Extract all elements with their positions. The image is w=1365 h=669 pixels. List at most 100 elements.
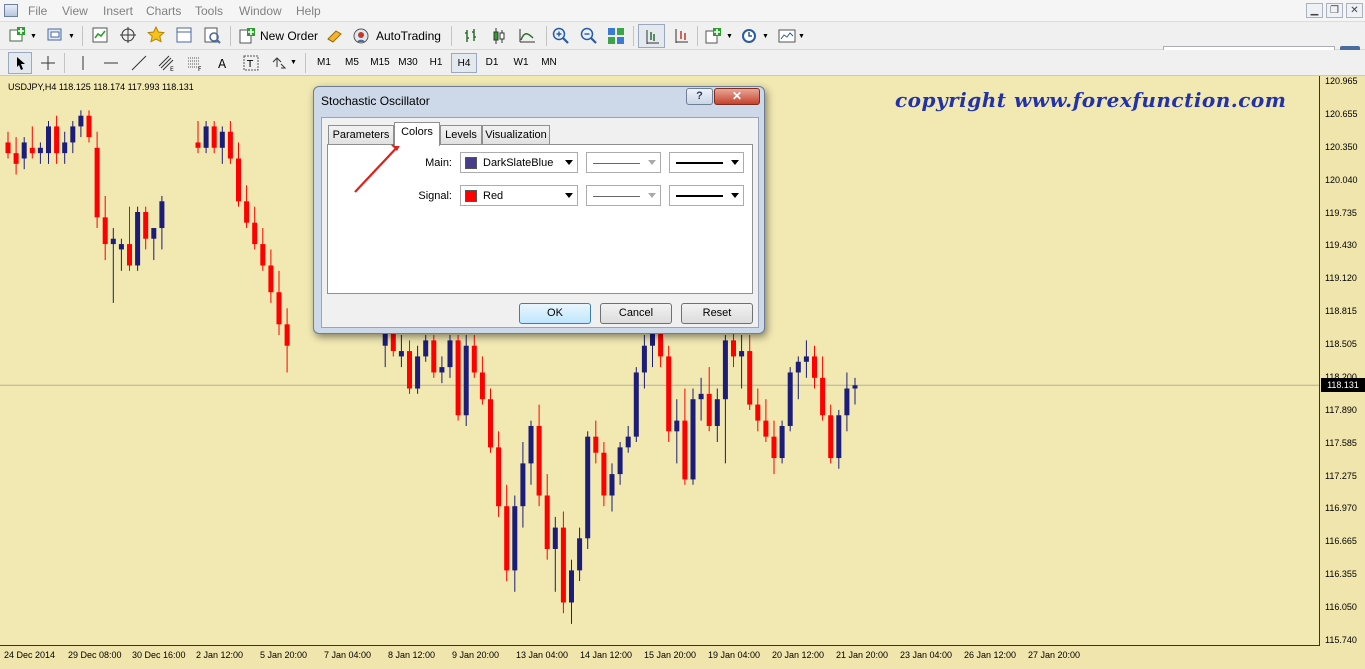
line-width-sample (676, 162, 723, 164)
chart-shift-button[interactable] (638, 24, 665, 48)
menu-window[interactable]: Window (239, 4, 282, 18)
tab-visualization[interactable]: Visualization (482, 125, 550, 145)
time-tick-label: 27 Jan 20:00 (1028, 650, 1081, 660)
chevron-down-icon[interactable]: ▼ (68, 33, 75, 40)
price-axis[interactable]: 120.965 120.655 120.350 120.040 119.735 119.4… (1320, 76, 1365, 646)
price-tick-label: 116.050 (1325, 601, 1357, 612)
candle-body (731, 340, 736, 357)
candle-body (398, 351, 404, 357)
trendline-icon[interactable] (130, 54, 148, 72)
close-dialog-button[interactable]: ✕ (714, 88, 760, 105)
periodicity-clock-icon[interactable] (740, 27, 758, 45)
chevron-down-icon[interactable]: ▼ (762, 33, 769, 40)
profiles-icon[interactable] (46, 26, 64, 44)
fibonacci-icon[interactable]: F (186, 54, 204, 72)
chevron-down-icon[interactable]: ▼ (290, 59, 297, 66)
signal-line-width-select[interactable] (669, 185, 744, 206)
timeframe-h1-button[interactable]: H1 (423, 53, 449, 73)
chevron-down-icon[interactable]: ▼ (30, 33, 37, 40)
autoscroll-icon[interactable] (672, 27, 690, 45)
zoom-in-icon[interactable] (552, 27, 570, 45)
help-button[interactable]: ? (686, 88, 713, 105)
cursor-button[interactable] (8, 52, 32, 74)
app-icon[interactable] (4, 4, 18, 17)
cancel-button[interactable]: Cancel (600, 303, 672, 324)
horizontal-line-icon[interactable] (102, 54, 120, 72)
text-tool-icon[interactable]: A (214, 54, 232, 72)
timeframe-m30-button[interactable]: M30 (395, 53, 421, 73)
timeframe-mn-button[interactable]: MN (535, 53, 563, 73)
terminal-icon[interactable] (175, 26, 193, 44)
strategy-tester-icon[interactable] (203, 26, 221, 44)
new-order-label: New Order (260, 29, 319, 43)
ok-button[interactable]: OK (519, 303, 591, 324)
main-line-style-select[interactable] (586, 152, 661, 173)
tile-windows-icon[interactable] (607, 27, 625, 45)
templates-icon[interactable] (778, 27, 796, 45)
close-window-icon[interactable]: ✕ (1346, 3, 1363, 18)
crosshair-icon[interactable] (39, 54, 57, 72)
line-chart-icon[interactable] (518, 27, 536, 45)
signal-line-style-select[interactable] (586, 185, 661, 206)
timeframe-w1-button[interactable]: W1 (507, 53, 535, 73)
time-tick-label: 19 Jan 04:00 (708, 650, 761, 660)
indicators-icon[interactable] (704, 27, 722, 45)
minimize-icon[interactable]: ▁ (1306, 3, 1323, 18)
auto-trading-button[interactable]: AutoTrading (352, 27, 444, 45)
market-watch-icon[interactable] (91, 26, 109, 44)
candle-body (62, 142, 68, 154)
line-style-sample (593, 163, 640, 164)
signal-color-select[interactable]: Red (460, 185, 578, 206)
candle-body (244, 201, 250, 223)
price-tick-label: 119.735 (1325, 207, 1357, 218)
time-tick-label: 26 Jan 12:00 (964, 650, 1017, 660)
cursor-arrow-icon (17, 57, 25, 70)
time-axis[interactable]: 24 Dec 2014 29 Dec 08:00 30 Dec 16:00 2 Jan… (0, 646, 1320, 669)
new-order-button[interactable]: New Order (238, 27, 322, 45)
chevron-down-icon[interactable]: ▼ (798, 33, 805, 40)
current-price-label: 118.131 (1321, 378, 1365, 393)
restore-icon[interactable]: ❐ (1326, 3, 1343, 18)
bar-chart-icon[interactable] (462, 27, 480, 45)
menu-tools[interactable]: Tools (195, 4, 223, 18)
candle-body (151, 228, 157, 239)
candlestick-icon[interactable] (490, 27, 508, 45)
metaeditor-icon[interactable] (326, 27, 344, 45)
tab-colors[interactable]: Colors (394, 122, 440, 146)
timeframe-m5-button[interactable]: M5 (339, 53, 365, 73)
favorites-star-icon[interactable] (147, 26, 165, 44)
menu-view[interactable]: View (62, 4, 88, 18)
timeframe-m15-button[interactable]: M15 (367, 53, 393, 73)
timeframe-m1-button[interactable]: M1 (311, 53, 337, 73)
new-chart-icon[interactable] (8, 26, 26, 44)
candle-body (585, 436, 591, 539)
zoom-out-icon[interactable] (580, 27, 598, 45)
stochastic-oscillator-dialog: Stochastic Oscillator ? ✕ Parameters Col… (313, 86, 765, 334)
candle-body (504, 506, 510, 571)
price-tick-label: 120.040 (1325, 174, 1358, 185)
candle-body (844, 388, 850, 416)
timeframe-d1-button[interactable]: D1 (479, 53, 505, 73)
chevron-down-icon (648, 160, 656, 165)
timeframe-h4-button[interactable]: H4 (451, 53, 477, 73)
candle-body (471, 345, 477, 373)
arrows-icon[interactable] (270, 54, 288, 72)
candle-body (771, 436, 777, 459)
main-color-select[interactable]: DarkSlateBlue (460, 152, 578, 173)
crosshair-nav-icon[interactable] (119, 26, 137, 44)
menu-file[interactable]: File (28, 4, 47, 18)
reset-button[interactable]: Reset (681, 303, 753, 324)
time-tick-label: 23 Jan 04:00 (900, 650, 953, 660)
equidistant-channel-icon[interactable]: E (158, 54, 176, 72)
main-line-width-select[interactable] (669, 152, 744, 173)
watermark-text: copyright www.forexfunction.com (895, 88, 1287, 112)
tab-levels[interactable]: Levels (440, 125, 482, 145)
menu-charts[interactable]: Charts (146, 4, 181, 18)
chevron-down-icon[interactable]: ▼ (726, 33, 733, 40)
text-label-icon[interactable]: T (242, 54, 260, 72)
main-color-value: DarkSlateBlue (483, 157, 554, 169)
vertical-line-icon[interactable] (74, 54, 92, 72)
menu-help[interactable]: Help (296, 4, 321, 18)
menu-insert[interactable]: Insert (103, 4, 133, 18)
candle-body (159, 201, 165, 229)
